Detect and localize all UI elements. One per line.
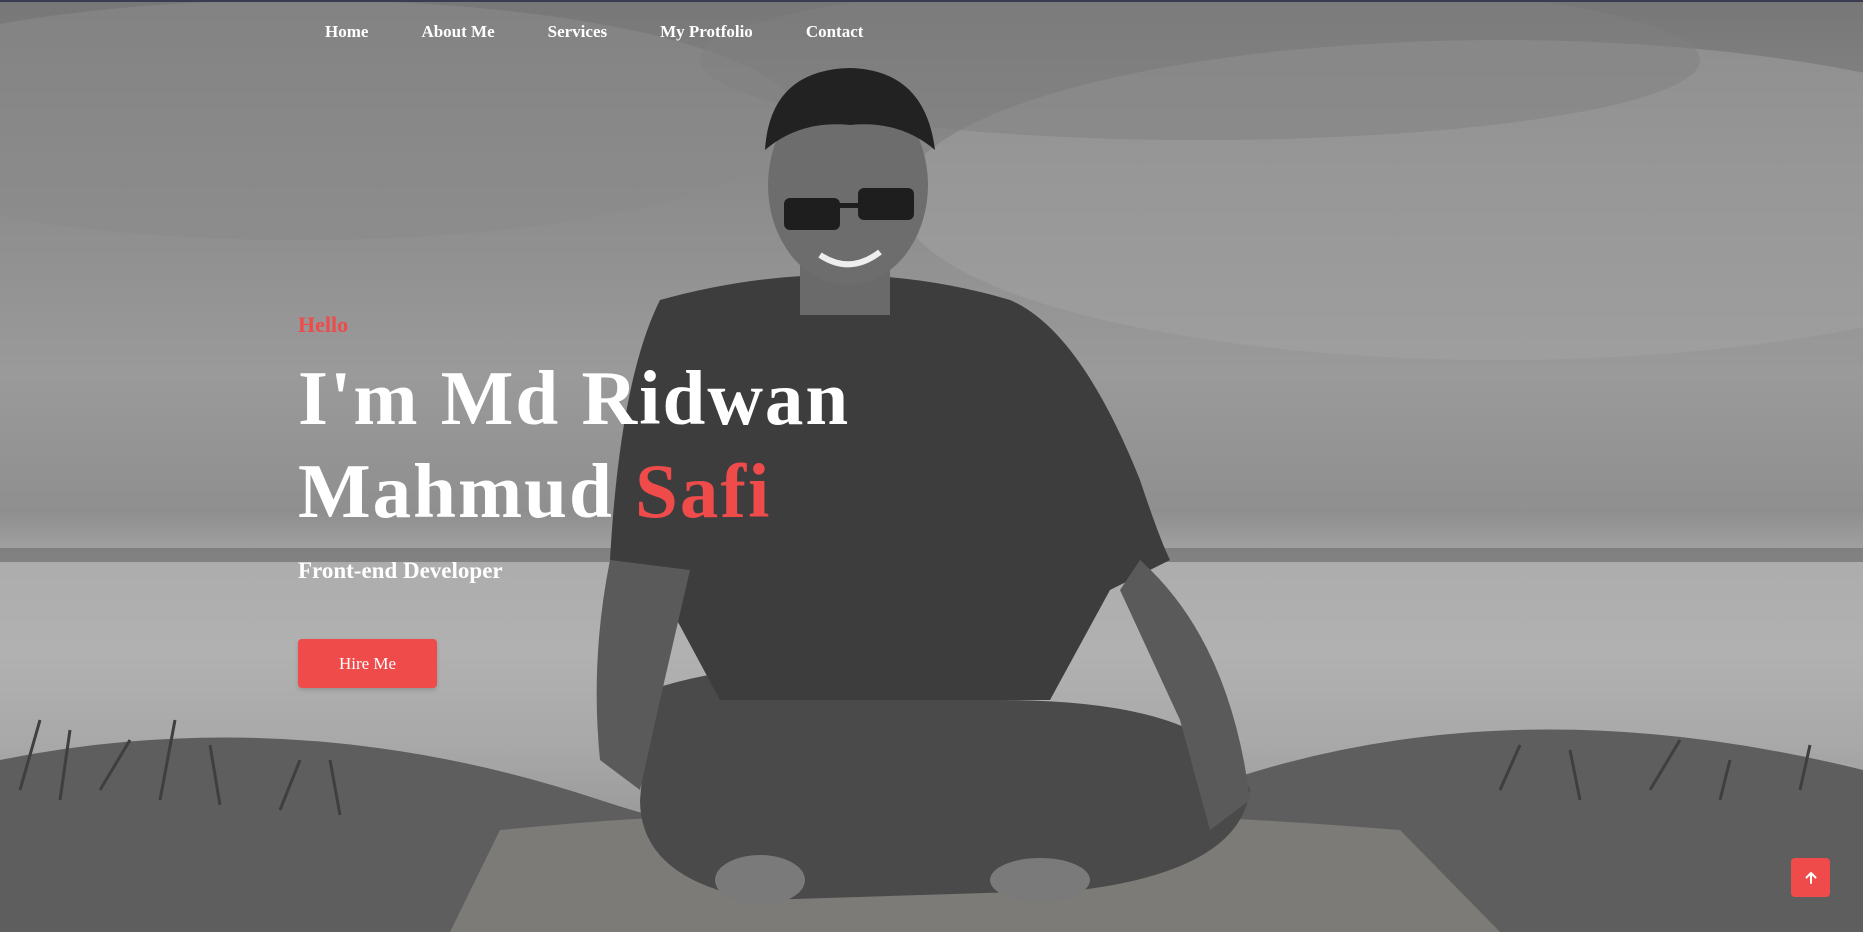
hero-section: Home About Me Services My Protfolio Cont… bbox=[0, 0, 1863, 932]
nav-item-about-me[interactable]: About Me bbox=[421, 22, 494, 42]
arrow-up-icon bbox=[1805, 871, 1816, 884]
hero-intro: Hello I'm Md Ridwan Mahmud Safi Front-en… bbox=[298, 312, 850, 584]
nav-item-home[interactable]: Home bbox=[325, 22, 368, 42]
title-line-2: Mahmud bbox=[298, 448, 614, 534]
role-text: Front-end Developer bbox=[298, 558, 503, 583]
nav-item-portfolio[interactable]: My Protfolio bbox=[660, 22, 753, 42]
main-nav: Home About Me Services My Protfolio Cont… bbox=[325, 22, 916, 42]
scroll-to-top-button[interactable] bbox=[1791, 858, 1830, 897]
hire-me-button[interactable]: Hire Me bbox=[298, 639, 437, 688]
nav-item-contact[interactable]: Contact bbox=[806, 22, 864, 42]
title-line-1: I'm Md Ridwan bbox=[298, 355, 851, 441]
greeting-text: Hello bbox=[298, 312, 349, 337]
top-border bbox=[0, 0, 1863, 2]
title-accent-name: Safi bbox=[635, 448, 772, 534]
nav-item-services[interactable]: Services bbox=[548, 22, 607, 42]
hero-background-photo bbox=[0, 0, 1863, 932]
hero-title: I'm Md Ridwan Mahmud Safi bbox=[298, 352, 850, 538]
